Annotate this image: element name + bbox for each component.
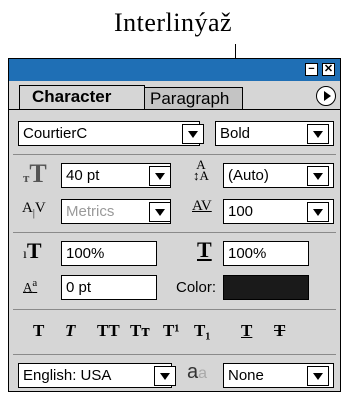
tracking-dropdown[interactable] [307,202,329,222]
small-caps-button[interactable]: Tт [130,321,150,341]
underline-button[interactable]: T [241,321,252,341]
superscript-button[interactable]: T¹ [163,321,179,341]
vertical-scale-field[interactable]: 100% [61,241,157,266]
separator-4 [13,354,336,355]
minimize-button[interactable]: − [305,63,318,76]
language-field[interactable]: English: USA [18,363,172,388]
faux-italic-button[interactable]: T [65,321,75,341]
leading-dropdown[interactable] [307,166,329,186]
tab-row: Character Paragraph [9,81,340,109]
panel-titlebar[interactable]: − ✕ [9,59,340,81]
antialias-dropdown[interactable] [307,366,329,386]
leading-icon: A ↕A [193,157,209,183]
baseline-shift-icon: Aa [23,277,38,295]
tracking-icon: AV [192,198,212,214]
separator-3 [13,309,336,310]
subscript-button[interactable]: T₁ [194,321,210,341]
faux-bold-button[interactable]: T [33,321,44,341]
language-dropdown[interactable] [154,366,176,386]
tab-character[interactable]: Character [19,85,145,109]
strikethrough-button[interactable]: T [274,321,285,341]
close-button[interactable]: ✕ [322,63,335,76]
separator-1 [13,154,336,155]
tab-paragraph[interactable]: Paragraph [137,87,243,109]
horizontal-scale-icon: T [197,237,212,262]
baseline-shift-field[interactable]: 0 pt [61,275,157,300]
color-label: Color: [176,279,217,296]
kerning-icon: A|V [22,200,46,219]
vertical-scale-icon: ıT [23,238,42,263]
font-size-icon: тT [23,159,47,188]
type-style-buttons: T T TT Tт T¹ T₁ T T [9,321,340,345]
font-family-field[interactable]: CourtierC [18,121,200,146]
font-size-dropdown[interactable] [149,166,171,186]
kerning-dropdown[interactable] [149,202,171,222]
font-style-dropdown[interactable] [307,124,329,144]
antialias-icon: aa [187,361,208,383]
color-swatch[interactable] [223,275,309,300]
separator-2 [13,232,336,233]
panel-menu-button[interactable] [316,86,336,106]
annotation-caption: Interlinýaž [113,8,233,37]
horizontal-scale-field[interactable]: 100% [223,241,309,266]
all-caps-button[interactable]: TT [97,321,120,341]
character-panel: − ✕ Character Paragraph CourtierC Bold т… [8,58,341,392]
font-family-dropdown[interactable] [182,124,204,144]
